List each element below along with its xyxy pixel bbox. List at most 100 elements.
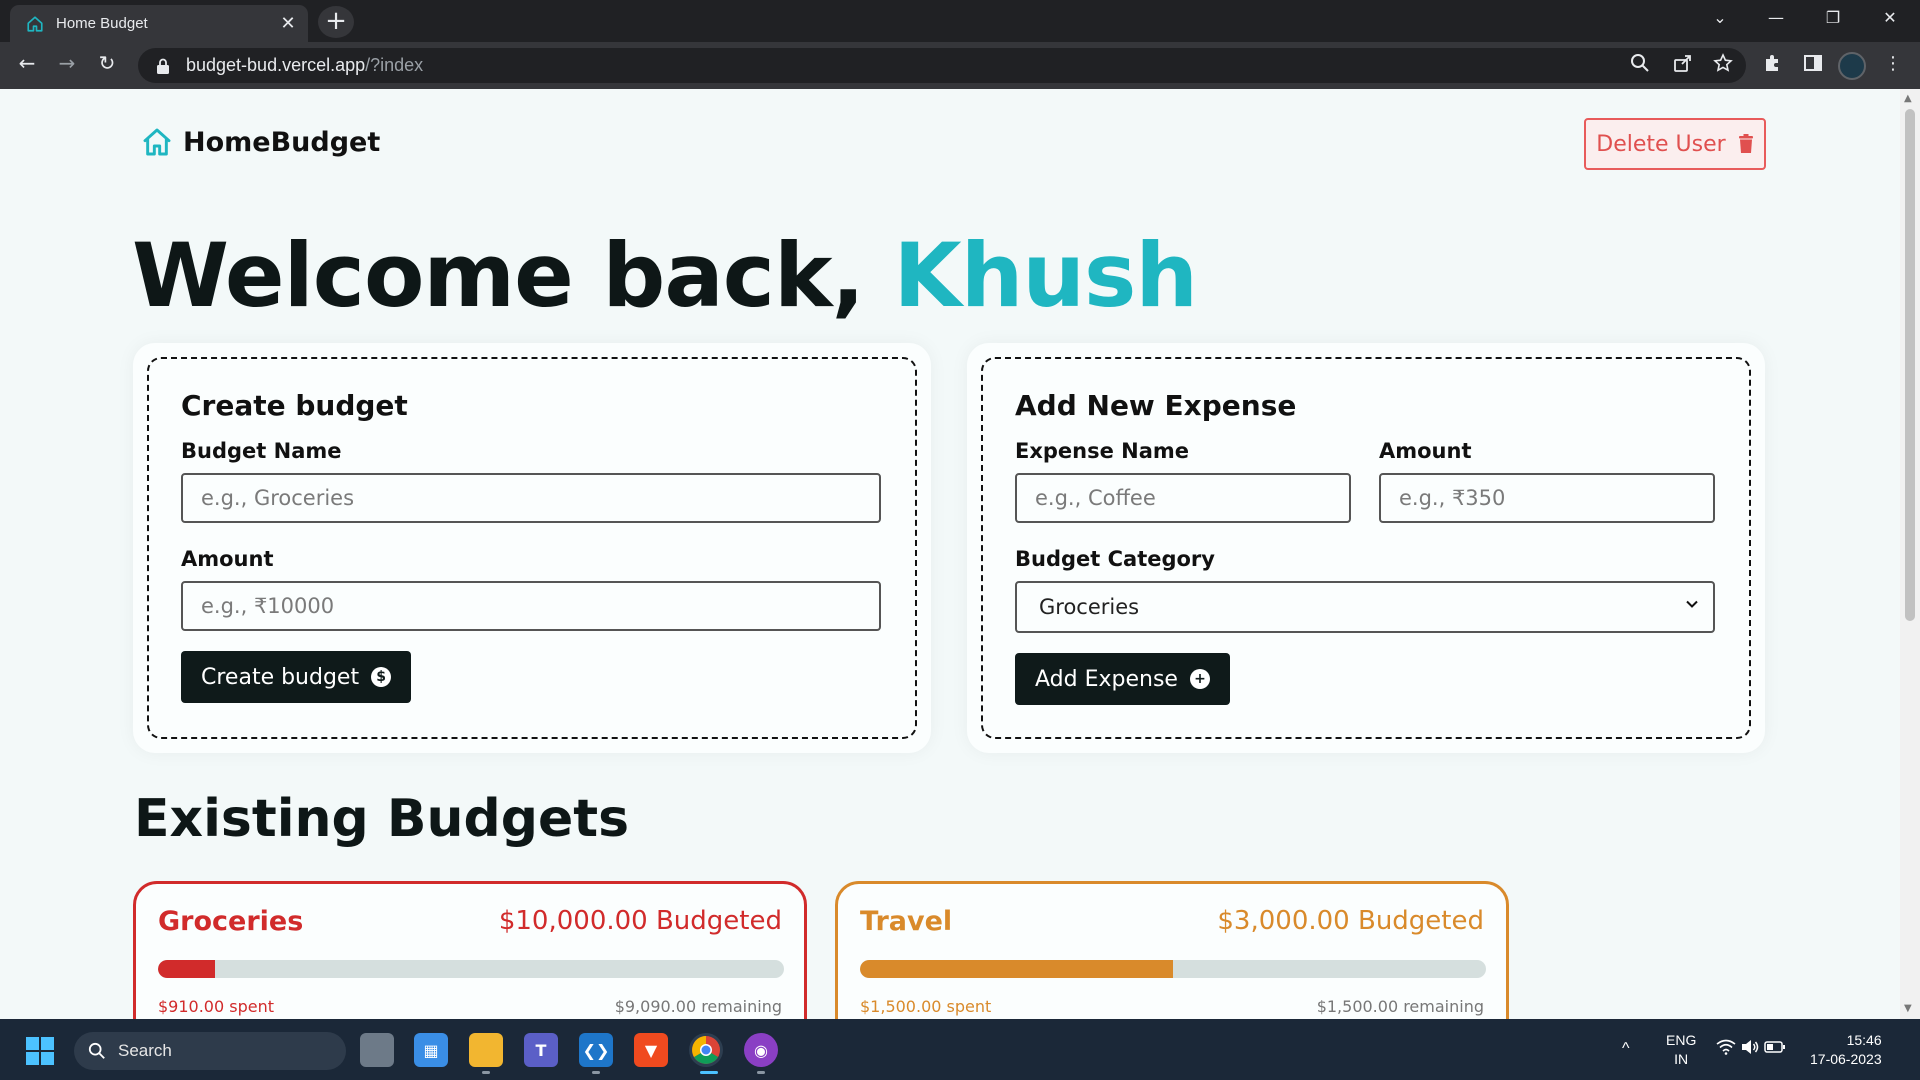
zoom-icon[interactable] bbox=[1627, 53, 1653, 73]
browser-tab-bar: Home Budget ✕ + ⌄ — ❐ ✕ bbox=[0, 0, 1920, 42]
scroll-thumb[interactable] bbox=[1905, 109, 1915, 621]
budget-name: Groceries bbox=[158, 906, 304, 937]
dollar-icon: $ bbox=[371, 667, 392, 687]
budget-card-travel[interactable]: Travel $3,000.00 Budgeted $1,500.00 spen… bbox=[835, 881, 1509, 1019]
browser-tab[interactable]: Home Budget ✕ bbox=[10, 5, 308, 42]
budget-remaining: $1,500.00 remaining bbox=[1316, 997, 1484, 1016]
close-window-icon[interactable]: ✕ bbox=[1870, 8, 1910, 27]
microsoft-store-icon[interactable]: ▦ bbox=[414, 1033, 448, 1067]
welcome-greeting: Welcome back, bbox=[132, 224, 894, 327]
expense-name-input[interactable] bbox=[1015, 473, 1351, 523]
add-expense-button[interactable]: Add Expense + bbox=[1015, 653, 1230, 705]
minimize-icon[interactable]: — bbox=[1756, 8, 1796, 27]
github-desktop-icon[interactable]: ◉ bbox=[744, 1033, 778, 1067]
profile-avatar[interactable] bbox=[1838, 52, 1866, 80]
budget-card-groceries[interactable]: Groceries $10,000.00 Budgeted $910.00 sp… bbox=[133, 881, 807, 1019]
expense-amount-input[interactable] bbox=[1379, 473, 1715, 523]
budget-name: Travel bbox=[860, 906, 953, 937]
budget-category-select[interactable]: Groceries bbox=[1015, 581, 1715, 633]
budget-name-input[interactable] bbox=[181, 473, 881, 523]
budget-progress-fill bbox=[158, 960, 215, 978]
budget-amount: $10,000.00 Budgeted bbox=[498, 906, 782, 936]
region-code: IN bbox=[1674, 1051, 1689, 1067]
windows-taskbar: Search ▦ T ❮❯ ▼ ◉ ^ ENG IN 15:46 17-06-2… bbox=[0, 1019, 1920, 1080]
taskbar-search[interactable]: Search bbox=[74, 1032, 346, 1070]
add-expense-form: Add New Expense Expense Name Amount Budg… bbox=[981, 357, 1751, 739]
restore-icon[interactable]: ❐ bbox=[1813, 8, 1853, 27]
clock-time: 15:46 bbox=[1846, 1032, 1882, 1048]
logo-text: HomeBudget bbox=[183, 126, 381, 158]
chrome-icon[interactable] bbox=[689, 1033, 723, 1067]
budget-category-label: Budget Category bbox=[1015, 547, 1215, 571]
home-icon bbox=[27, 15, 43, 32]
volume-icon bbox=[1741, 1040, 1759, 1054]
back-icon[interactable]: ← bbox=[12, 51, 42, 75]
app-active-indicator bbox=[700, 1071, 718, 1074]
file-explorer-icon[interactable] bbox=[469, 1033, 503, 1067]
budget-spent: $910.00 spent bbox=[158, 997, 274, 1016]
create-budget-button-label: Create budget bbox=[201, 664, 360, 690]
budget-progress-bar bbox=[860, 960, 1486, 978]
app-logo[interactable]: HomeBudget bbox=[141, 126, 380, 158]
new-tab-button[interactable]: + bbox=[318, 6, 354, 38]
budget-remaining: $9,090.00 remaining bbox=[614, 997, 782, 1016]
clock-date: 17-06-2023 bbox=[1810, 1051, 1882, 1067]
existing-budgets-title: Existing Budgets bbox=[134, 789, 630, 849]
tray-overflow-icon[interactable]: ^ bbox=[1622, 1039, 1630, 1058]
expense-name-label: Expense Name bbox=[1015, 439, 1190, 463]
chevron-down-icon bbox=[1686, 600, 1698, 608]
tab-search-icon[interactable]: ⌄ bbox=[1700, 8, 1740, 27]
language-indicator[interactable]: ENG IN bbox=[1666, 1031, 1696, 1069]
chrome-logo bbox=[692, 1036, 720, 1064]
add-expense-button-label: Add Expense bbox=[1035, 666, 1178, 692]
language-code: ENG bbox=[1666, 1032, 1697, 1048]
search-icon bbox=[88, 1042, 105, 1059]
tab-title: Home Budget bbox=[56, 15, 148, 32]
budget-amount-input[interactable] bbox=[181, 581, 881, 631]
budget-progress-fill bbox=[860, 960, 1173, 978]
bookmark-star-icon[interactable] bbox=[1710, 53, 1736, 73]
budget-category-value: Groceries bbox=[1039, 595, 1140, 619]
plus-circle-icon: + bbox=[1189, 669, 1210, 689]
add-expense-card: Add New Expense Expense Name Amount Budg… bbox=[967, 343, 1765, 753]
address-bar[interactable]: budget-bud.vercel.app/?index bbox=[138, 48, 1746, 83]
share-icon[interactable] bbox=[1670, 53, 1696, 73]
budget-name-label: Budget Name bbox=[181, 439, 342, 463]
app-running-indicator bbox=[757, 1071, 765, 1074]
close-tab-icon[interactable]: ✕ bbox=[278, 13, 298, 34]
forward-icon[interactable]: → bbox=[52, 51, 82, 75]
scroll-down-icon[interactable]: ▼ bbox=[1904, 1003, 1912, 1014]
vscode-icon[interactable]: ❮❯ bbox=[579, 1033, 613, 1067]
clock[interactable]: 15:46 17-06-2023 bbox=[1810, 1031, 1882, 1069]
url-host: budget-bud.vercel.app bbox=[186, 55, 366, 75]
browser-toolbar: ← → ↻ budget-bud.vercel.app/?index ⋮ bbox=[0, 42, 1920, 89]
scroll-up-icon[interactable]: ▲ bbox=[1904, 93, 1912, 104]
task-view-icon[interactable] bbox=[360, 1033, 394, 1067]
delete-user-button[interactable]: Delete User bbox=[1584, 118, 1766, 170]
app-running-indicator bbox=[482, 1071, 490, 1074]
budget-amount-label: Amount bbox=[181, 547, 274, 571]
budget-amount: $3,000.00 Budgeted bbox=[1217, 906, 1484, 936]
extensions-icon[interactable] bbox=[1760, 53, 1786, 73]
wifi-icon bbox=[1716, 1039, 1736, 1055]
menu-kebab-icon[interactable]: ⋮ bbox=[1880, 53, 1906, 74]
home-icon bbox=[143, 128, 171, 156]
budget-spent: $1,500.00 spent bbox=[860, 997, 992, 1016]
expense-amount-label: Amount bbox=[1379, 439, 1472, 463]
add-expense-title: Add New Expense bbox=[1015, 389, 1297, 422]
brave-icon[interactable]: ▼ bbox=[634, 1033, 668, 1067]
page-scrollbar[interactable]: ▲ ▼ bbox=[1900, 89, 1920, 1019]
windows-start-icon[interactable] bbox=[26, 1037, 54, 1065]
welcome-heading: Welcome back, Khush bbox=[132, 224, 1198, 327]
create-budget-form: Create budget Budget Name Amount Create … bbox=[147, 357, 917, 739]
create-budget-card: Create budget Budget Name Amount Create … bbox=[133, 343, 931, 753]
system-tray-icons[interactable] bbox=[1716, 1039, 1786, 1060]
create-budget-button[interactable]: Create budget $ bbox=[181, 651, 412, 703]
budget-progress-bar bbox=[158, 960, 784, 978]
side-panel-icon[interactable] bbox=[1800, 53, 1826, 73]
teams-icon[interactable]: T bbox=[524, 1033, 558, 1067]
trash-icon bbox=[1738, 134, 1753, 153]
taskbar-search-label: Search bbox=[118, 1041, 172, 1060]
reload-icon[interactable]: ↻ bbox=[92, 51, 122, 75]
battery-icon bbox=[1764, 1041, 1785, 1053]
